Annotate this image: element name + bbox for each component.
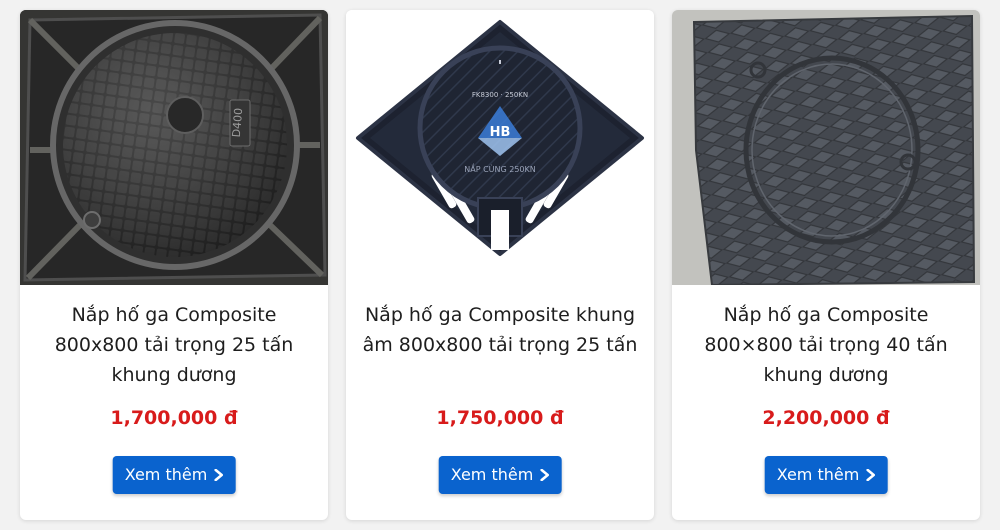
product-image-square-frame-cover[interactable]: FK8300 · 250KN HB NẮP CÙNG 250KN <box>346 10 654 285</box>
view-more-button[interactable]: Xem thêm <box>112 456 236 494</box>
product-card: D400 Nắp hố ga Composite 800x800 tải trọ… <box>20 10 328 520</box>
product-title[interactable]: Nắp hố ga Composite 800×800 tải trọng 40… <box>686 300 966 390</box>
chevron-right-icon <box>540 469 549 481</box>
view-more-button[interactable]: Xem thêm <box>764 456 888 494</box>
svg-text:FK8300 · 250KN: FK8300 · 250KN <box>472 91 528 99</box>
product-title[interactable]: Nắp hố ga Composite khung âm 800x800 tải… <box>360 300 640 360</box>
product-image-round-cover[interactable]: D400 <box>20 10 328 285</box>
product-price: 1,750,000 đ <box>436 407 564 429</box>
product-card: Nắp hố ga Composite 800×800 tải trọng 40… <box>672 10 980 520</box>
view-more-label: Xem thêm <box>450 465 534 484</box>
product-card: FK8300 · 250KN HB NẮP CÙNG 250KN Nắp hố … <box>346 10 654 520</box>
logo-text: HB <box>490 125 511 140</box>
view-more-button[interactable]: Xem thêm <box>438 456 562 494</box>
product-title[interactable]: Nắp hố ga Composite 800x800 tải trọng 25… <box>34 300 314 390</box>
chevron-right-icon <box>866 469 875 481</box>
view-more-label: Xem thêm <box>776 465 860 484</box>
view-more-label: Xem thêm <box>124 465 208 484</box>
product-grid: D400 Nắp hố ga Composite 800x800 tải trọ… <box>20 10 980 520</box>
chevron-right-icon <box>214 469 223 481</box>
product-price: 1,700,000 đ <box>110 407 238 429</box>
product-price: 2,200,000 đ <box>762 407 890 429</box>
product-image-diamond-plate-cover[interactable] <box>672 10 980 285</box>
